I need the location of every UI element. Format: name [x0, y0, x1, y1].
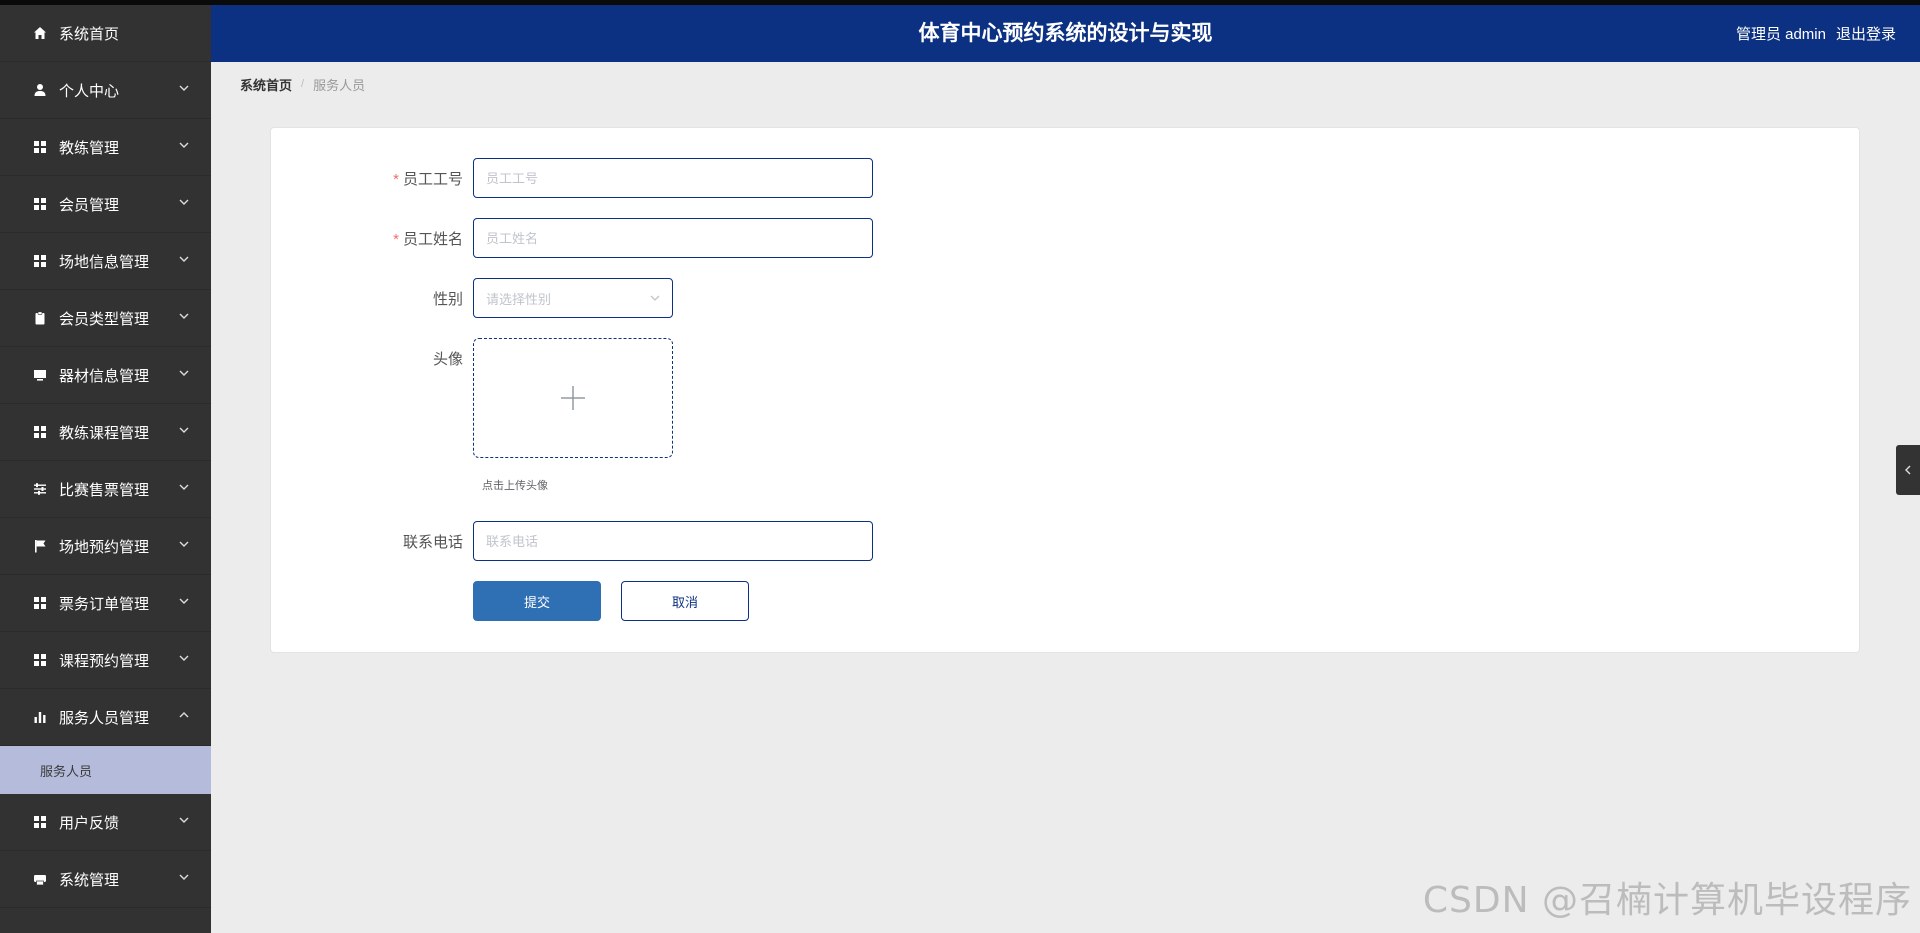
chevron-down-icon: [179, 541, 189, 547]
sidebar-item-label: 系统首页: [59, 25, 120, 43]
chevron-down-icon: [179, 142, 189, 148]
chevron-down-icon: [179, 256, 189, 262]
sidebar-item-system-management[interactable]: 系统管理: [0, 851, 211, 908]
clipboard-icon: [32, 310, 48, 326]
employee-id-row: * 员工工号: [271, 158, 873, 198]
breadcrumb-home[interactable]: 系统首页: [240, 75, 292, 94]
phone-input[interactable]: [473, 521, 873, 561]
employee-name-row: * 员工姓名: [271, 218, 873, 258]
chevron-down-icon: [179, 313, 189, 319]
grid-icon: [32, 139, 48, 155]
sidebar-item-venue-booking[interactable]: 场地预约管理: [0, 518, 211, 575]
sidebar-item-match-ticket[interactable]: 比赛售票管理: [0, 461, 211, 518]
grid-icon: [32, 652, 48, 668]
user-label: 管理员 admin: [1735, 26, 1826, 43]
gender-label: 性别: [432, 290, 463, 308]
sidebar-item-label: 场地信息管理: [59, 253, 150, 271]
sidebar-item-coach-course[interactable]: 教练课程管理: [0, 404, 211, 461]
avatar-uploader[interactable]: [473, 338, 673, 458]
user-icon: [32, 82, 48, 98]
chevron-up-icon: [179, 712, 189, 718]
sidebar-item-label: 教练课程管理: [59, 424, 150, 442]
grid-icon: [32, 424, 48, 440]
sidebar-item-label: 会员管理: [59, 196, 120, 214]
sidebar: 系统首页 个人中心 教练管理 会员管理 场地信息管理 会员类型管理 器材信息管理…: [0, 5, 211, 933]
required-mark: *: [393, 230, 399, 248]
chevron-down-icon: [179, 598, 189, 604]
chevron-down-icon: [650, 295, 660, 301]
cancel-button[interactable]: 取消: [621, 581, 749, 621]
top-header: 体育中心预约系统的设计与实现 管理员 admin 退出登录: [211, 5, 1920, 62]
breadcrumb: 系统首页 / 服务人员: [240, 75, 365, 93]
grid-icon: [32, 814, 48, 830]
avatar-label: 头像: [432, 351, 463, 368]
bar-chart-icon: [32, 709, 48, 725]
app-title: 体育中心预约系统的设计与实现: [918, 22, 1213, 45]
upload-hint: 点击上传头像: [482, 480, 548, 492]
panel-toggle[interactable]: [1896, 445, 1920, 495]
sidebar-item-label: 教练管理: [59, 139, 120, 157]
employee-name-input[interactable]: [473, 218, 873, 258]
employee-id-label: * 员工工号: [393, 170, 463, 188]
sidebar-item-label: 比赛售票管理: [59, 481, 150, 499]
required-mark: *: [393, 170, 399, 188]
chevron-down-icon: [179, 817, 189, 823]
home-icon: [32, 25, 48, 41]
sidebar-item-member[interactable]: 会员管理: [0, 176, 211, 233]
sidebar-item-user-feedback[interactable]: 用户反馈: [0, 794, 211, 851]
sidebar-item-equipment[interactable]: 器材信息管理: [0, 347, 211, 404]
sidebar-item-member-type[interactable]: 会员类型管理: [0, 290, 211, 347]
chevron-left-icon: [1905, 465, 1911, 475]
submit-button[interactable]: 提交: [473, 581, 601, 621]
sidebar-item-label: 票务订单管理: [59, 595, 150, 613]
employee-id-input[interactable]: [473, 158, 873, 198]
chevron-down-icon: [179, 427, 189, 433]
breadcrumb-separator: /: [301, 78, 305, 90]
chevron-down-icon: [179, 85, 189, 91]
printer-icon: [32, 871, 48, 887]
sidebar-item-service-staff[interactable]: 服务人员管理: [0, 689, 211, 746]
sidebar-item-home[interactable]: 系统首页: [0, 5, 211, 62]
sidebar-item-course-booking[interactable]: 课程预约管理: [0, 632, 211, 689]
watermark: CSDN @召楠计算机毕设程序: [1422, 880, 1912, 921]
sidebar-item-label: 器材信息管理: [59, 367, 150, 385]
avatar-row: 头像: [271, 338, 673, 458]
header-user-area: 管理员 admin 退出登录: [1736, 5, 1896, 62]
sidebar-item-label: 会员类型管理: [59, 310, 150, 328]
grid-icon: [32, 253, 48, 269]
phone-row: 联系电话: [271, 521, 873, 561]
sidebar-item-label: 场地预约管理: [59, 538, 150, 556]
plus-icon: [561, 386, 585, 410]
submenu-item-service-staff[interactable]: 服务人员: [0, 746, 211, 794]
sidebar-item-label: 课程预约管理: [59, 652, 150, 670]
flag-icon: [32, 538, 48, 554]
sliders-icon: [32, 481, 48, 497]
sidebar-item-personal-center[interactable]: 个人中心: [0, 62, 211, 119]
employee-name-label: * 员工姓名: [393, 230, 463, 248]
sidebar-item-label: 个人中心: [59, 82, 120, 100]
logout-link[interactable]: 退出登录: [1836, 23, 1896, 44]
sidebar-item-venue-info[interactable]: 场地信息管理: [0, 233, 211, 290]
form-actions: 提交 取消: [271, 581, 749, 621]
chevron-down-icon: [179, 370, 189, 376]
chevron-down-icon: [179, 874, 189, 880]
chevron-down-icon: [179, 484, 189, 490]
phone-label: 联系电话: [402, 533, 463, 551]
grid-icon: [32, 595, 48, 611]
gender-select-placeholder: 请选择性别: [486, 291, 552, 307]
chevron-down-icon: [179, 199, 189, 205]
sidebar-item-label: 系统管理: [59, 871, 120, 889]
submenu-item-label: 服务人员: [40, 763, 93, 779]
sidebar-item-label: 用户反馈: [59, 814, 120, 832]
chevron-down-icon: [179, 655, 189, 661]
grid-icon: [32, 196, 48, 212]
gender-select[interactable]: 请选择性别: [473, 278, 673, 318]
monitor-icon: [32, 367, 48, 383]
breadcrumb-current: 服务人员: [313, 77, 366, 93]
gender-row: 性别 请选择性别: [271, 278, 673, 318]
sidebar-item-label: 服务人员管理: [59, 709, 150, 727]
sidebar-item-coach[interactable]: 教练管理: [0, 119, 211, 176]
form-card: *员工工号 *员工姓名 性别 请选择性别 头像 点击上传头像 联系电话 提交 取…: [270, 127, 1860, 653]
sidebar-item-ticket-order[interactable]: 票务订单管理: [0, 575, 211, 632]
